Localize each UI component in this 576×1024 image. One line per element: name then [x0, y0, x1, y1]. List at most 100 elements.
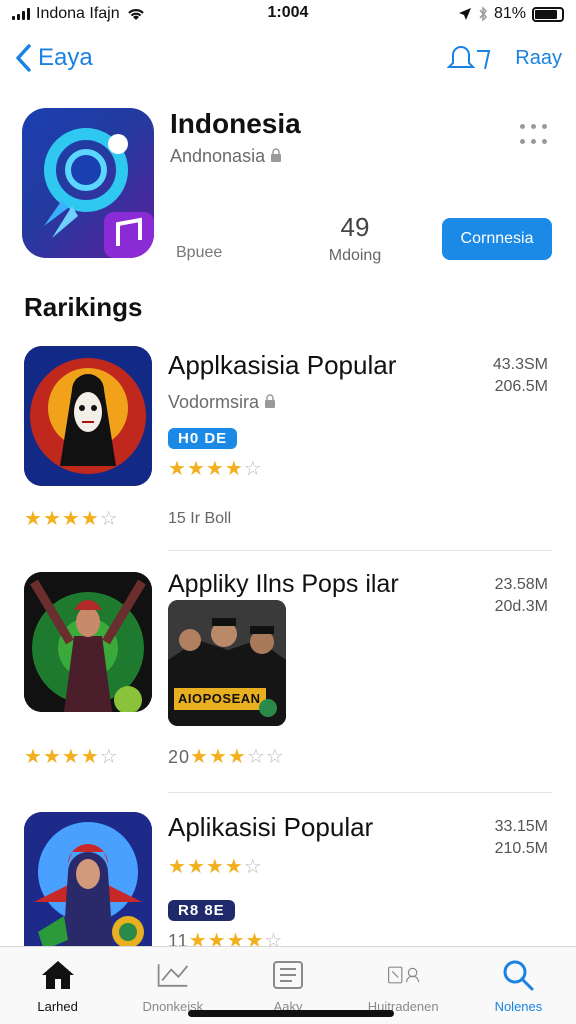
bluetooth-icon [479, 6, 487, 22]
list-item[interactable]: Applkasisia Popular Vodormsira 43.3SM 20… [0, 346, 576, 551]
star-empty-icon: ☆ [99, 508, 119, 530]
star-rating: ★★★★☆ [168, 456, 263, 481]
lock-icon [271, 148, 282, 162]
app-title: Indonesia [170, 108, 301, 139]
list-item[interactable]: AIOPOSEAN Appliky Ilns Pops ilar 23.58M … [0, 570, 576, 793]
app-rating: 49 Mdoing [320, 212, 390, 265]
item-meta-downloads: 20d.3M [494, 598, 548, 615]
star-filled-icon: ★ [190, 746, 209, 768]
item-meta: 43.3SM 206.5M [493, 354, 548, 398]
star-filled-icon: ★ [61, 746, 81, 768]
item-icon-1 [24, 346, 152, 486]
app-stat-left: Bpuee [176, 244, 223, 261]
chevron-left-icon [16, 44, 31, 72]
star-filled-icon: ★ [42, 508, 62, 530]
tab-search[interactable]: Nolenes [461, 947, 576, 1024]
lock-icon [265, 394, 276, 408]
star-filled-icon: ★ [42, 746, 62, 768]
item-caption: 15 Ir Boll [168, 510, 232, 527]
star-empty-icon: ☆ [246, 746, 266, 768]
star-filled-icon: ★ [205, 856, 225, 878]
home-icon [40, 959, 76, 991]
star-filled-icon: ★ [188, 930, 208, 946]
item-poster: AIOPOSEAN [168, 600, 286, 726]
item-meta-size: 33.15M [494, 818, 548, 835]
carrier-name: Indona Ifajn [36, 5, 120, 22]
item-meta: 33.15M 210.5M [495, 816, 548, 860]
star-filled-icon: ★ [186, 856, 206, 878]
app-icon[interactable] [22, 108, 154, 258]
star-filled-icon: ★ [205, 458, 225, 480]
star-filled-icon: ★ [61, 508, 81, 530]
star-filled-icon: ★ [186, 458, 206, 480]
app-subtitle: Andnonasia [170, 146, 282, 167]
star-filled-icon: ★ [226, 930, 246, 946]
signal-icon [12, 8, 30, 20]
item-subtitle: Vodormsira [168, 392, 276, 413]
stars-prefix: 11 [168, 931, 189, 946]
hooded-app-icon [24, 812, 152, 946]
star-filled-icon: ★ [245, 930, 265, 946]
star-rating: 20★★★☆☆ [168, 744, 285, 769]
tab-label: Nolenes [494, 999, 543, 1014]
back-button[interactable]: Eaya [14, 43, 93, 73]
battery-percent: 81% [493, 5, 526, 22]
item-meta: 23.58M 20d.3M [495, 574, 548, 618]
star-filled-icon: ★ [24, 746, 43, 768]
more-options-icon[interactable] [520, 124, 550, 148]
item-badge: R8 8E [168, 900, 235, 921]
star-rating: ★★★★☆ [24, 744, 119, 769]
item-meta-downloads: 210.5M [494, 840, 548, 857]
apps-icon [385, 959, 421, 991]
battery-icon [532, 6, 564, 22]
star-empty-icon: ☆ [99, 746, 119, 768]
dancer-app-icon [24, 572, 152, 712]
stars-inline: ★★★★☆ [189, 930, 284, 946]
rating-value: 49 [340, 212, 370, 242]
item-icon-2 [24, 572, 152, 712]
app-logo-icon [44, 128, 154, 258]
rating-label: Mdoing [328, 247, 382, 264]
stars-inline: ★★★☆☆ [190, 746, 285, 768]
home-indicator [188, 1010, 394, 1017]
status-left: Indona Ifajn [12, 5, 146, 23]
star-rating: ★★★★☆ [168, 854, 263, 879]
item-meta-size: 23.58M [494, 576, 548, 593]
back-label: Eaya [38, 44, 93, 71]
ghost-app-icon [24, 346, 152, 486]
tab-home[interactable]: Larhed [0, 947, 115, 1024]
nav-bar: Eaya Raay [0, 36, 576, 80]
star-empty-icon: ☆ [243, 856, 263, 878]
location-icon [458, 8, 471, 20]
nav-right: Raay [443, 43, 562, 73]
bell-icon[interactable] [443, 43, 493, 73]
tab-label: Larhed [37, 999, 78, 1014]
chart-icon [155, 959, 191, 991]
search-icon [500, 959, 536, 991]
status-right: 81% [458, 5, 564, 23]
item-meta-size: 43.3SM [492, 356, 548, 373]
star-filled-icon: ★ [224, 458, 244, 480]
star-empty-icon: ☆ [265, 746, 285, 768]
list-item[interactable]: Aplikasisi Popular 33.15M 210.5M ★★★★☆ R… [0, 810, 576, 946]
battery-fill [535, 9, 558, 19]
star-rating: 11★★★★☆ [168, 928, 283, 946]
section-title: Rarikings [24, 292, 143, 322]
get-button[interactable]: Cornnesia [442, 218, 552, 260]
stars-prefix: 20 [168, 747, 191, 767]
divider [168, 550, 552, 551]
divider [168, 792, 552, 793]
item-title: Appliky Ilns Pops ilar [168, 570, 399, 598]
star-filled-icon: ★ [80, 746, 100, 768]
item-badge: H0 DE [168, 428, 238, 449]
star-filled-icon: ★ [168, 856, 187, 878]
star-filled-icon: ★ [24, 508, 43, 530]
app-header: Indonesia Andnonasia Bpuee 49 Mdoing Cor… [22, 106, 558, 266]
item-meta-downloads: 206.5M [494, 378, 548, 395]
item-subtitle-text: Vodormsira [168, 392, 260, 412]
star-empty-icon: ☆ [243, 458, 263, 480]
item-title: Applkasisia Popular [168, 350, 397, 380]
nav-right-button[interactable]: Raay [515, 47, 562, 70]
poster-label: AIOPOSEAN [178, 691, 261, 706]
wifi-icon [127, 9, 144, 20]
